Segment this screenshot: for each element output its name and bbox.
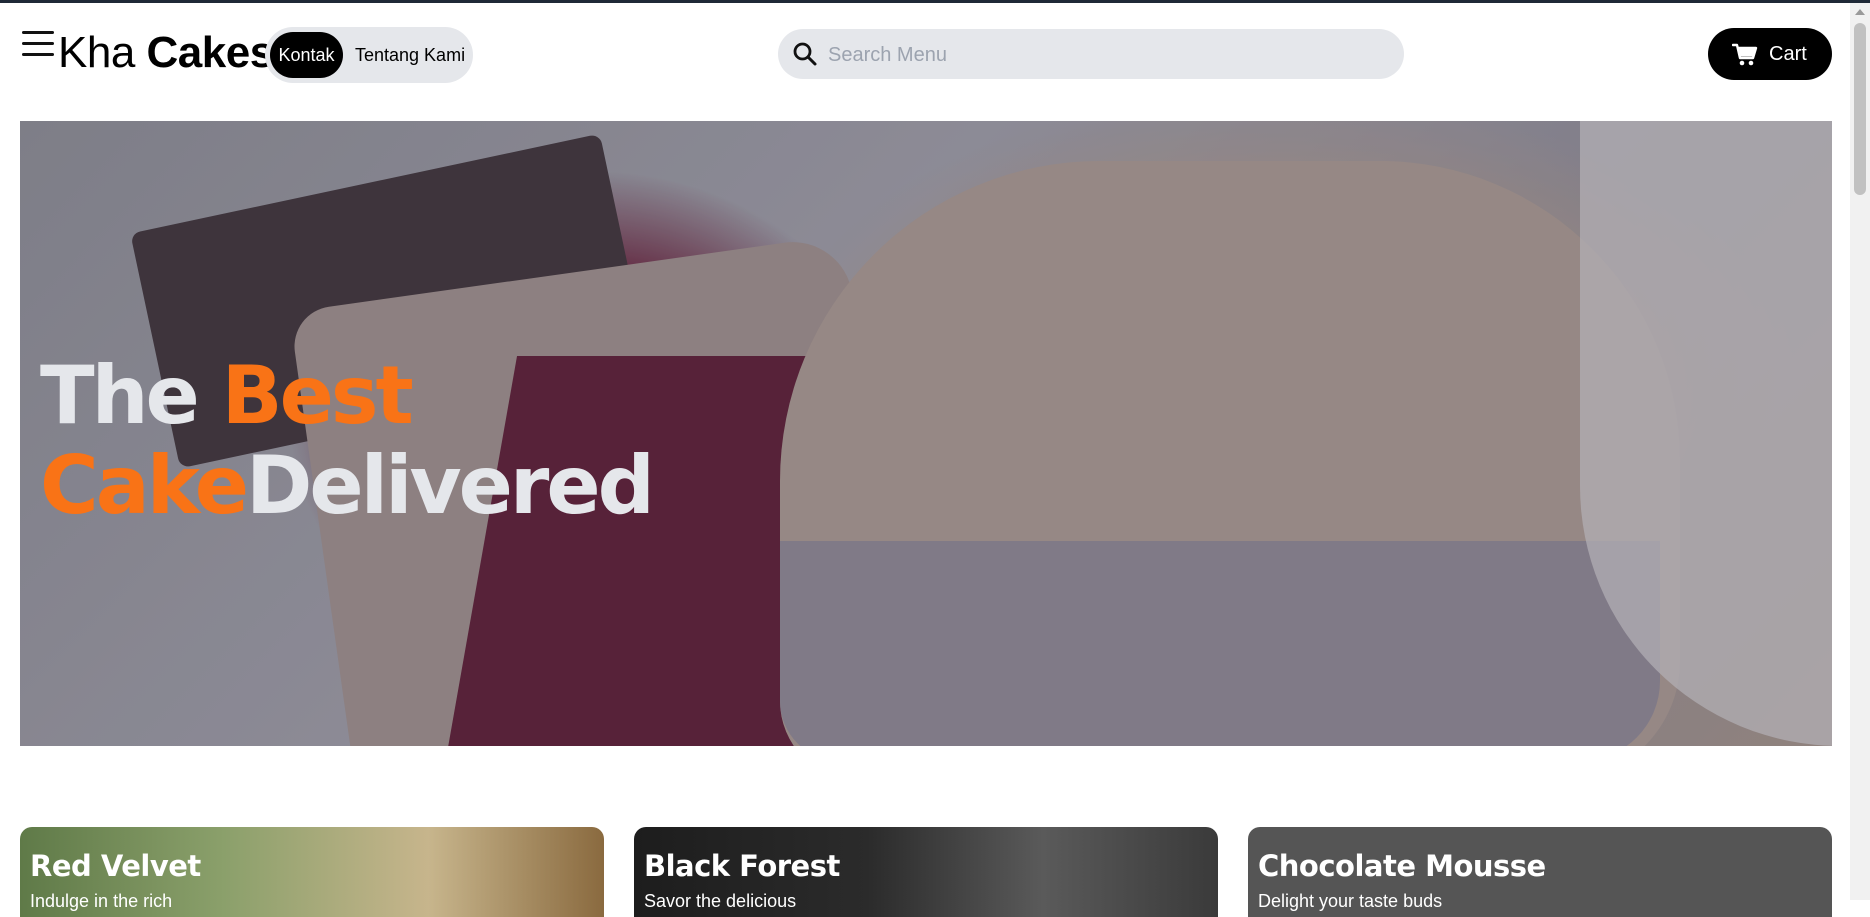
card-subtitle: Delight your taste buds xyxy=(1258,891,1443,911)
search-icon xyxy=(793,42,817,66)
cart-icon xyxy=(1732,43,1758,66)
nav-kontak-button[interactable]: Kontak xyxy=(270,32,343,78)
top-navbar: Kha Cakes Kontak Tentang Kami Cart xyxy=(0,3,1850,103)
hero-headline-accent: Best xyxy=(221,349,414,442)
hero-headline-accent: Cake xyxy=(40,439,249,532)
hero-headline-word: Delivered xyxy=(246,439,655,532)
logo-text-light: Kha xyxy=(58,28,135,77)
search-input[interactable] xyxy=(826,29,1390,81)
product-cards: Red Velvet Indulge in the rich Black For… xyxy=(20,827,1832,917)
nav-tentang-kami-button[interactable]: Tentang Kami xyxy=(355,32,465,78)
search-bar[interactable] xyxy=(778,29,1404,81)
hamburger-menu-icon[interactable] xyxy=(22,29,56,59)
scrollbar-thumb[interactable] xyxy=(1854,23,1866,195)
hero-headline: The Best CakeDelivered xyxy=(40,349,655,532)
hero-banner: The Best CakeDelivered xyxy=(20,121,1832,746)
product-card-red-velvet[interactable]: Red Velvet Indulge in the rich xyxy=(20,827,604,917)
pill-navigation: Kontak Tentang Kami xyxy=(265,27,473,83)
scroll-up-arrow-icon[interactable] xyxy=(1855,9,1865,15)
card-title: Red Velvet xyxy=(30,849,201,883)
logo-text-bold: Cakes xyxy=(146,28,275,77)
product-card-black-forest[interactable]: Black Forest Savor the delicious xyxy=(634,827,1218,917)
card-title: Chocolate Mousse xyxy=(1258,849,1546,883)
hero-headline-word: The xyxy=(40,349,200,442)
product-card-chocolate-mousse[interactable]: Chocolate Mousse Delight your taste buds xyxy=(1248,827,1832,917)
card-subtitle: Indulge in the rich xyxy=(30,891,173,911)
card-title: Black Forest xyxy=(644,849,840,883)
cart-label: Cart xyxy=(1769,43,1807,65)
page-scrollbar[interactable] xyxy=(1850,3,1870,900)
cart-button[interactable]: Cart xyxy=(1708,28,1832,80)
card-subtitle: Savor the delicious xyxy=(644,891,797,911)
brand-logo[interactable]: Kha Cakes xyxy=(58,25,274,81)
